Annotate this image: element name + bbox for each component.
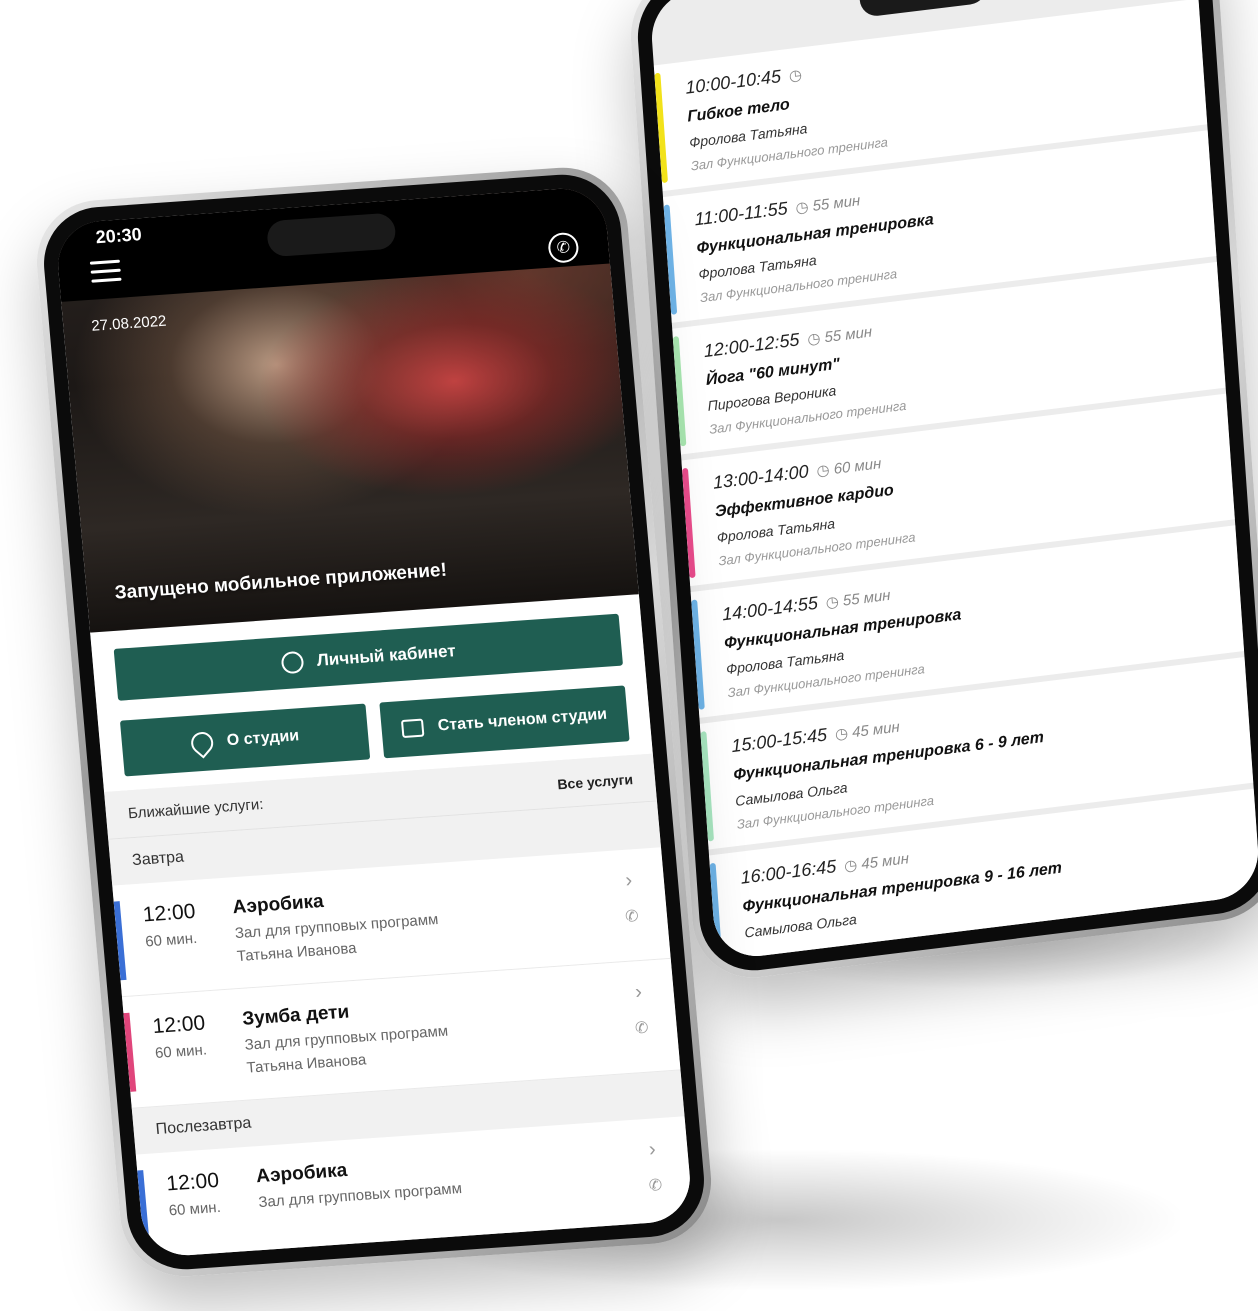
service-time-column: 12:00 60 мин. <box>165 1166 259 1219</box>
phone-icon[interactable]: ✆ <box>648 1175 663 1196</box>
phone-icon[interactable]: ✆ <box>634 1018 649 1039</box>
clock-icon: ◷ <box>794 197 814 217</box>
hero-banner: 20:30 ✆ 27.08.2022 Запущено мобильное пр… <box>54 185 639 633</box>
schedule-duration: ◷ 60 мин <box>816 455 882 480</box>
user-icon <box>280 650 304 675</box>
service-color-stripe <box>113 901 127 981</box>
phone-icon[interactable]: ✆ <box>624 906 640 927</box>
about-studio-label: О студии <box>226 727 300 750</box>
schedule-color-stripe <box>691 599 705 710</box>
schedule-time: 11:00-11:55 <box>693 198 789 230</box>
service-time: 12:00 <box>165 1168 220 1196</box>
become-member-button[interactable]: Стать членом студии <box>379 685 630 759</box>
clock-icon: ◷ <box>834 724 853 744</box>
service-time-column: 12:00 60 мин. <box>152 1009 246 1062</box>
schedule-screen: 10:00-10:45 ◷ Гибкое тело Фролова Татьяна З… <box>648 0 1258 962</box>
news-date: 27.08.2022 <box>90 312 168 335</box>
service-time: 12:00 <box>151 1011 207 1039</box>
schedule-duration: ◷ 55 мин <box>825 587 891 612</box>
dynamic-island <box>265 212 397 258</box>
schedule-duration: ◷ 55 мин <box>795 192 861 217</box>
service-duration: 60 мин. <box>144 929 198 951</box>
schedule-duration: ◷ <box>788 66 802 85</box>
service-info: Аэробика Зал для групповых программ <box>255 1139 644 1211</box>
clock-icon: ◷ <box>843 855 862 876</box>
about-studio-button[interactable]: О студии <box>119 703 371 777</box>
service-duration: 60 мин. <box>154 1041 208 1062</box>
service-time: 12:00 <box>141 899 197 927</box>
clock-icon: ◷ <box>816 460 835 481</box>
schedule-color-stripe <box>663 204 678 315</box>
schedule-time: 14:00-14:55 <box>721 592 819 625</box>
schedule-color-stripe <box>709 862 724 962</box>
schedule-time: 13:00-14:00 <box>712 461 810 493</box>
membership-card-icon <box>401 718 425 739</box>
service-time-column: 12:00 60 мин. <box>142 897 236 950</box>
chevron-right-icon[interactable]: › <box>624 869 633 892</box>
home-screen: 20:30 ✆ 27.08.2022 Запущено мобильное пр… <box>54 185 694 1259</box>
clock-icon: ◷ <box>788 66 803 85</box>
schedule-time: 16:00-16:45 <box>739 856 837 888</box>
schedule-color-stripe <box>654 72 668 184</box>
personal-cabinet-label: Личный кабинет <box>316 641 457 670</box>
phone-front-bezel: 20:30 ✆ 27.08.2022 Запущено мобильное пр… <box>39 170 709 1274</box>
schedule-duration-value: 55 мин <box>812 192 861 215</box>
status-time: 20:30 <box>94 224 143 248</box>
schedule-time: 12:00-12:55 <box>703 329 801 362</box>
news-headline[interactable]: Запущено мобильное приложение! <box>114 560 448 605</box>
schedule-list: 10:00-10:45 ◷ Гибкое тело Фролова Татьяна З… <box>649 0 1258 962</box>
schedule-color-stripe <box>681 467 696 579</box>
schedule-color-stripe <box>672 336 687 447</box>
schedule-duration-value: 60 мин <box>833 455 882 478</box>
chevron-right-icon[interactable]: › <box>648 1138 657 1161</box>
phone-call-icon[interactable]: ✆ <box>547 231 580 264</box>
service-duration: 60 мин. <box>168 1198 222 1220</box>
clock-icon: ◷ <box>806 329 826 349</box>
service-actions: › ✆ <box>617 869 644 927</box>
schedule-duration-value: 55 мин <box>823 323 873 347</box>
schedule-color-stripe <box>700 731 715 842</box>
schedule-duration-value: 45 мин <box>851 718 901 742</box>
schedule-time: 15:00-15:45 <box>730 724 828 757</box>
upcoming-services-list: Завтра 12:00 60 мин. Аэробика Зал для группо… <box>108 801 694 1259</box>
service-info: Аэробика Зал для групповых программ Татьян… <box>232 870 623 965</box>
schedule-duration-value: 55 мин <box>842 586 892 610</box>
service-actions: › ✆ <box>640 1138 667 1196</box>
upcoming-services-title: Ближайшие услуги: <box>127 795 265 823</box>
schedule-duration: ◷ 45 мин <box>844 850 910 875</box>
location-pin-icon <box>186 727 218 759</box>
service-info: Зумба дети Зал для групповых программ Тать… <box>242 982 633 1076</box>
phone-back-bezel: 10:00-10:45 ◷ Гибкое тело Фролова Татьяна З… <box>634 0 1258 977</box>
become-member-label: Стать членом студии <box>437 705 608 735</box>
phone-front: 20:30 ✆ 27.08.2022 Запущено мобильное пр… <box>31 163 717 1281</box>
all-services-link[interactable]: Все услуги <box>557 771 634 792</box>
schedule-duration: ◷ 55 мин <box>807 323 873 348</box>
schedule-duration: ◷ 45 мин <box>834 718 900 743</box>
top-bar: 20:30 ✆ <box>54 185 610 302</box>
personal-cabinet-button[interactable]: Личный кабинет <box>113 613 624 701</box>
clock-icon: ◷ <box>825 592 844 612</box>
phone-back: 10:00-10:45 ◷ Гибкое тело Фролова Татьяна З… <box>626 0 1258 985</box>
service-color-stripe <box>123 1012 137 1092</box>
chevron-right-icon[interactable]: › <box>634 981 643 1004</box>
schedule-duration-value: 45 мин <box>860 850 910 873</box>
hamburger-menu-icon[interactable] <box>89 259 122 284</box>
service-actions: › ✆ <box>627 980 654 1038</box>
schedule-time: 10:00-10:45 <box>684 66 782 98</box>
service-color-stripe <box>137 1170 151 1250</box>
